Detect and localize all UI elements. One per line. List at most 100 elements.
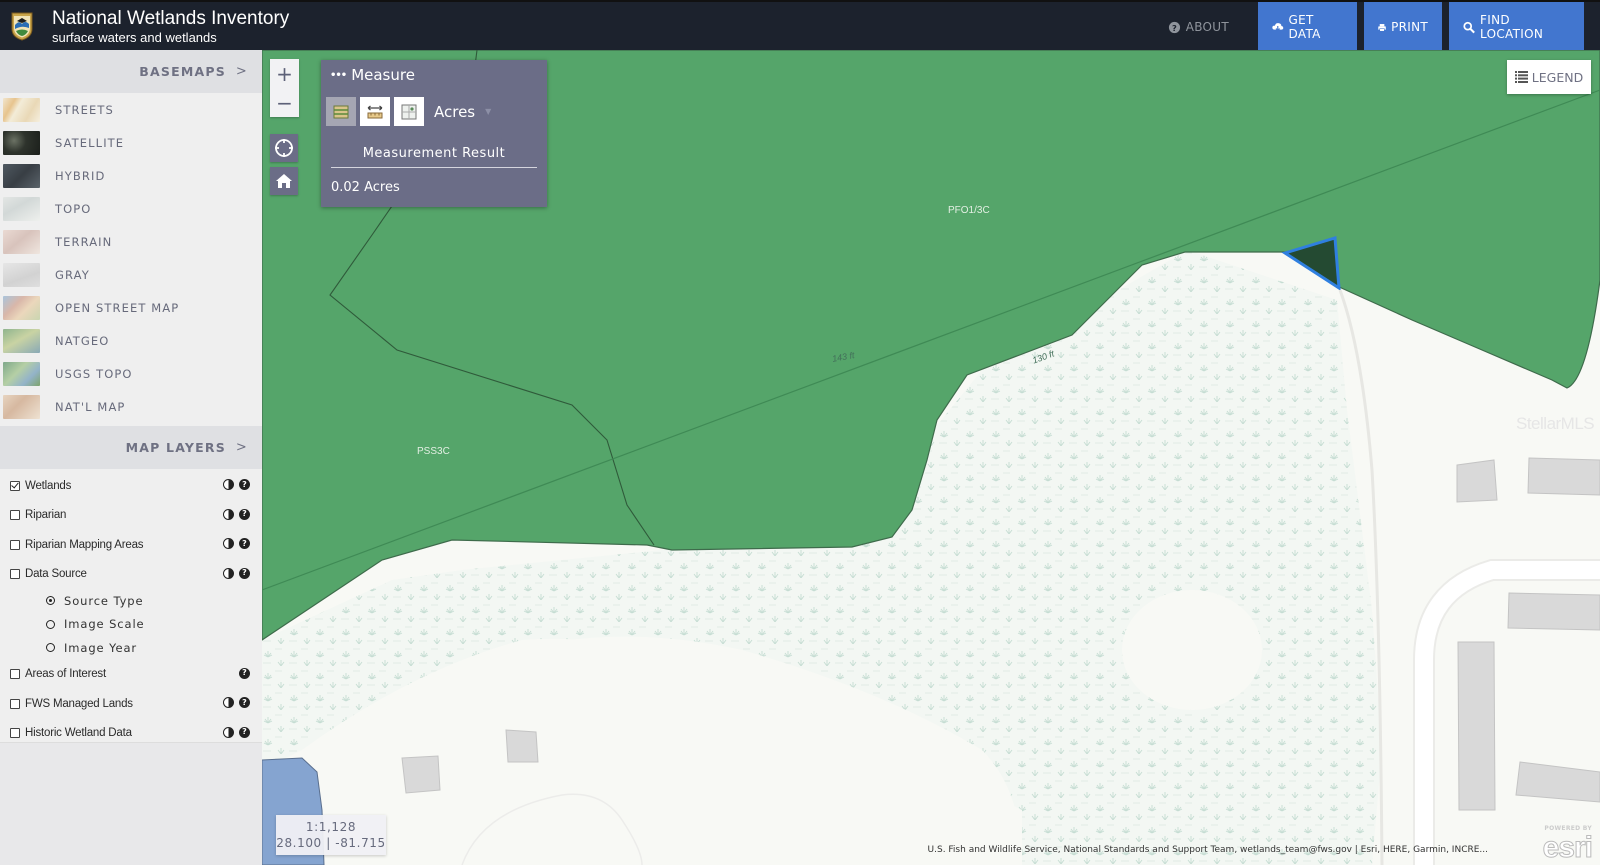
basemap-satellite[interactable]: SATELLITE — [0, 126, 262, 159]
basemap-thumbnail — [3, 130, 40, 155]
basemap-hybrid[interactable]: HYBRID — [0, 159, 262, 192]
basemap-thumbnail — [3, 361, 40, 386]
radio-label[interactable]: Image Year — [64, 641, 137, 655]
get-data-button[interactable]: GET DATA — [1258, 2, 1357, 52]
crosshair-icon — [275, 139, 293, 157]
basemap-label: GRAY — [55, 267, 90, 282]
zoom-in-button[interactable]: + — [270, 59, 299, 88]
basemap-thumbnail — [3, 328, 40, 353]
chevron-right-icon: > — [235, 440, 248, 455]
radio-label[interactable]: Image Scale — [64, 617, 145, 631]
search-icon — [1463, 21, 1475, 33]
distance-tool-button[interactable] — [360, 97, 390, 126]
measurement-result-heading: Measurement Result — [331, 146, 537, 168]
legend-button[interactable]: LEGEND — [1507, 60, 1591, 94]
map-coordinates: 28.100 | -81.715 — [276, 836, 386, 850]
radio-label[interactable]: Source Type — [64, 594, 143, 608]
locate-button[interactable] — [270, 134, 298, 162]
basemap-thumbnail — [3, 394, 40, 419]
svg-text:?: ? — [1172, 22, 1177, 32]
question-circle-icon: ? — [1168, 21, 1180, 33]
layer-label[interactable]: Riparian — [25, 509, 66, 521]
help-icon[interactable]: ? — [239, 508, 250, 520]
measure-title: Measure — [351, 66, 415, 84]
historic-wetland-data-checkbox[interactable] — [10, 728, 20, 739]
image-year-radio[interactable] — [46, 643, 55, 653]
basemap-label: NATGEO — [55, 333, 110, 348]
option-source-type: Source Type — [0, 589, 262, 613]
option-image-year: Image Year — [0, 636, 262, 660]
opacity-icon[interactable] — [223, 567, 234, 579]
wetlands-checkbox[interactable] — [10, 480, 20, 491]
image-scale-radio[interactable] — [46, 619, 55, 629]
layer-fws-managed-lands: FWS Managed Lands ? — [0, 689, 262, 719]
help-icon[interactable]: ? — [239, 567, 250, 579]
basemap-terrain[interactable]: TERRAIN — [0, 225, 262, 258]
watermark: StellarMLS — [1516, 414, 1595, 433]
building — [1507, 592, 1600, 631]
layer-label[interactable]: Data Source — [25, 568, 87, 580]
basemap-label: TOPO — [55, 201, 92, 216]
basemap-natgeo[interactable]: NATGEO — [0, 324, 262, 357]
print-button[interactable]: PRINT — [1364, 2, 1442, 52]
sidebar: BASEMAPS > STREETS SATELLITE HYBRID TOPO… — [0, 50, 262, 865]
opacity-icon[interactable] — [223, 697, 234, 708]
layer-label[interactable]: Wetlands — [25, 480, 71, 492]
opacity-icon[interactable] — [223, 508, 234, 520]
basemap-gray[interactable]: GRAY — [0, 258, 262, 291]
app-title: National Wetlands Inventory — [52, 8, 290, 29]
drag-handle-icon[interactable]: ••• — [330, 70, 347, 81]
esri-wordmark: esri — [1542, 831, 1593, 865]
area-tool-button[interactable] — [326, 97, 356, 126]
fws-managed-lands-checkbox[interactable] — [10, 698, 20, 709]
basemap-open-street-map[interactable]: OPEN STREET MAP — [0, 291, 262, 324]
esri-logo[interactable]: POWERED BY esri — [1536, 825, 1594, 865]
wetland-label-pss: PSS3C — [417, 446, 450, 457]
areas-of-interest-checkbox[interactable] — [10, 669, 20, 680]
basemap-usgs-topo[interactable]: USGS TOPO — [0, 357, 262, 390]
map-layers-header[interactable]: MAP LAYERS > — [0, 426, 262, 469]
print-label: PRINT — [1391, 20, 1428, 34]
opacity-icon[interactable] — [223, 479, 234, 490]
unit-dropdown[interactable]: Acres ▼ — [434, 103, 491, 121]
building — [401, 755, 441, 794]
help-icon[interactable]: ? — [239, 538, 250, 549]
layer-label[interactable]: Riparian Mapping Areas — [25, 539, 144, 551]
opacity-icon[interactable] — [223, 538, 234, 549]
layer-label[interactable]: FWS Managed Lands — [25, 698, 133, 710]
basemap-thumbnail — [3, 163, 40, 188]
help-icon[interactable]: ? — [239, 697, 250, 708]
print-icon — [1378, 23, 1386, 32]
help-icon[interactable]: ? — [239, 726, 250, 738]
help-icon[interactable]: ? — [239, 667, 250, 679]
about-button[interactable]: ? ABOUT — [1156, 2, 1251, 52]
sidebar-footer — [0, 742, 262, 865]
basemap-label: OPEN STREET MAP — [55, 300, 180, 315]
find-location-button[interactable]: FIND LOCATION — [1449, 2, 1584, 52]
basemaps-header[interactable]: BASEMAPS > — [0, 50, 262, 93]
opacity-icon[interactable] — [223, 726, 234, 738]
location-tool-button[interactable] — [394, 97, 424, 126]
basemap-label: TERRAIN — [55, 234, 113, 249]
data-source-checkbox[interactable] — [10, 569, 20, 580]
location-icon — [401, 104, 417, 119]
layer-areas-of-interest: Areas of Interest ? — [0, 660, 262, 690]
map-view[interactable]: PFO1/3C PSS3C 143 ft 130 ft StellarMLS +… — [262, 50, 1600, 865]
basemap-label: STREETS — [55, 102, 114, 117]
basemap-thumbnail — [3, 262, 40, 287]
layer-label[interactable]: Historic Wetland Data — [25, 727, 132, 739]
home-button[interactable] — [270, 167, 298, 195]
help-icon[interactable]: ? — [239, 479, 250, 490]
source-type-radio[interactable] — [46, 596, 55, 606]
zoom-out-button[interactable]: − — [270, 88, 299, 117]
basemap-streets[interactable]: STREETS — [0, 93, 262, 126]
riparian-mapping-areas-checkbox[interactable] — [10, 539, 20, 550]
riparian-checkbox[interactable] — [10, 510, 20, 521]
basemap-natl-map[interactable]: NAT'L MAP — [0, 390, 262, 423]
area-icon — [333, 105, 349, 118]
header: National Wetlands Inventory surface wate… — [0, 0, 1600, 52]
basemap-topo[interactable]: TOPO — [0, 192, 262, 225]
measure-tools: Acres ▼ — [326, 97, 491, 126]
measure-header[interactable]: ••• Measure — [330, 66, 415, 84]
layer-label[interactable]: Areas of Interest — [25, 668, 106, 680]
